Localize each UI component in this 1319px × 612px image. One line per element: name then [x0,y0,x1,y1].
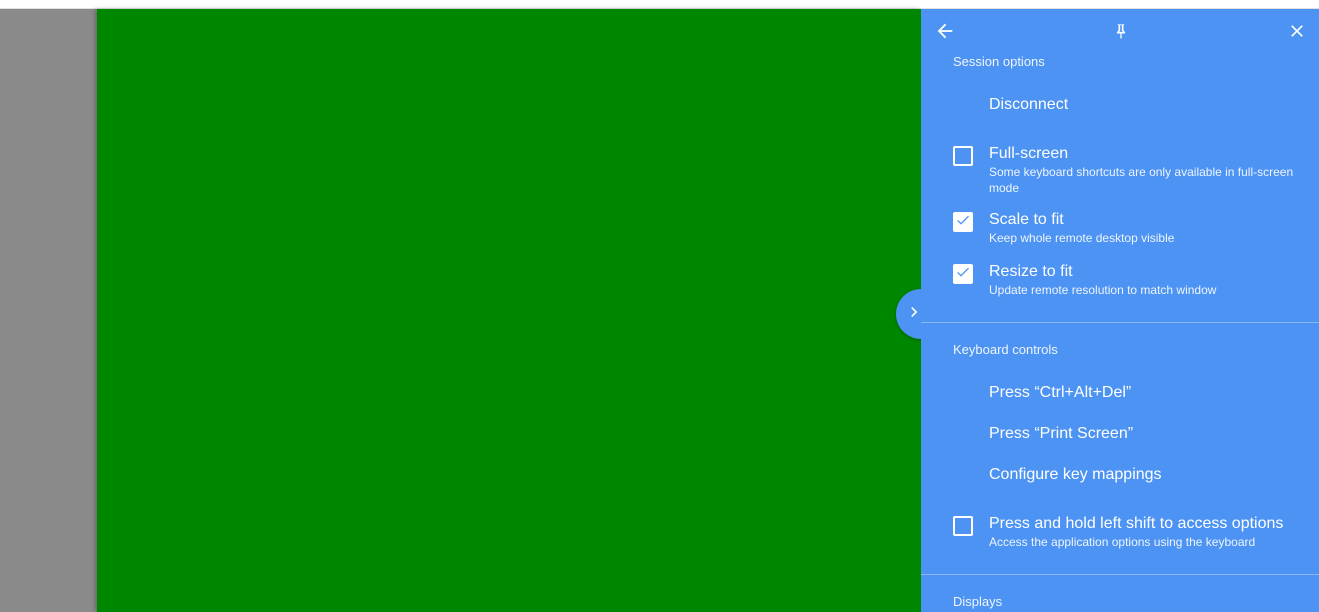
disconnect-label: Disconnect [989,96,1069,113]
scale-to-fit-option[interactable]: Scale to fit Keep whole remote desktop v… [921,210,1319,246]
resize-to-fit-option[interactable]: Resize to fit Update remote resolution t… [921,262,1319,298]
checkmark-icon [955,212,971,233]
configure-key-mappings-label: Configure key mappings [989,466,1162,483]
arrow-back-icon [934,20,956,47]
scale-to-fit-label: Scale to fit [989,211,1064,228]
session-options-panel: Session options Disconnect Full-screen S… [921,9,1319,612]
scale-to-fit-description: Keep whole remote desktop visible [989,231,1175,245]
close-icon [1287,21,1307,46]
print-screen-label: Press “Print Screen” [989,425,1134,442]
ctrl-alt-del-label: Press “Ctrl+Alt+Del” [989,384,1132,401]
browser-top-strip [0,0,1319,9]
configure-key-mappings-item[interactable]: Configure key mappings [921,465,1319,485]
remote-session-stage [0,9,921,612]
section-title-keyboard: Keyboard controls [953,342,1058,357]
checkmark-icon [955,264,971,285]
close-button[interactable] [1285,21,1309,45]
remote-desktop-view[interactable] [97,9,921,612]
shift-hold-label: Press and hold left shift to access opti… [989,515,1284,532]
resize-to-fit-description: Update remote resolution to match window [989,283,1217,297]
fullscreen-description: Some keyboard shortcuts are only availab… [989,165,1294,195]
fullscreen-option[interactable]: Full-screen Some keyboard shortcuts are … [921,144,1319,196]
print-screen-item[interactable]: Press “Print Screen” [921,424,1319,444]
disconnect-item[interactable]: Disconnect [921,95,1319,115]
shift-hold-checkbox[interactable] [953,516,973,536]
panel-header [921,9,1319,55]
scale-to-fit-checkbox[interactable] [953,212,973,232]
section-title-session: Session options [953,54,1045,69]
divider [921,322,1319,323]
shift-hold-description: Access the application options using the… [989,535,1256,549]
back-button[interactable] [933,21,957,45]
resize-to-fit-label: Resize to fit [989,263,1073,280]
fullscreen-checkbox[interactable] [953,146,973,166]
resize-to-fit-checkbox[interactable] [953,264,973,284]
divider [921,574,1319,575]
section-title-displays: Displays [953,594,1003,609]
ctrl-alt-del-item[interactable]: Press “Ctrl+Alt+Del” [921,383,1319,403]
pin-button[interactable] [1109,21,1133,45]
fullscreen-label: Full-screen [989,145,1069,162]
pin-icon [1111,21,1131,46]
shift-hold-option[interactable]: Press and hold left shift to access opti… [921,514,1319,550]
